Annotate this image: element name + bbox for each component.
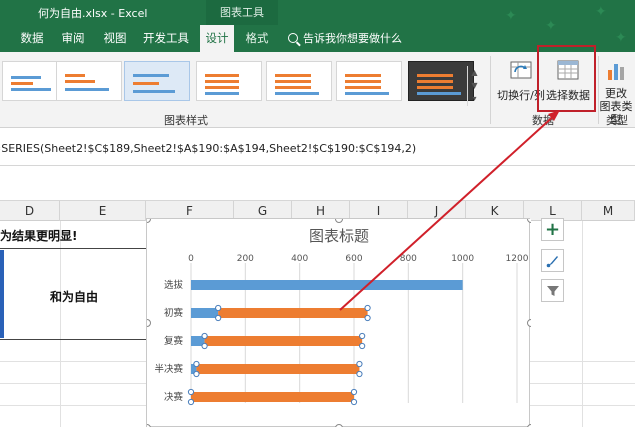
annotation-arrow xyxy=(339,113,557,311)
annotation-arrow-layer xyxy=(339,110,560,311)
